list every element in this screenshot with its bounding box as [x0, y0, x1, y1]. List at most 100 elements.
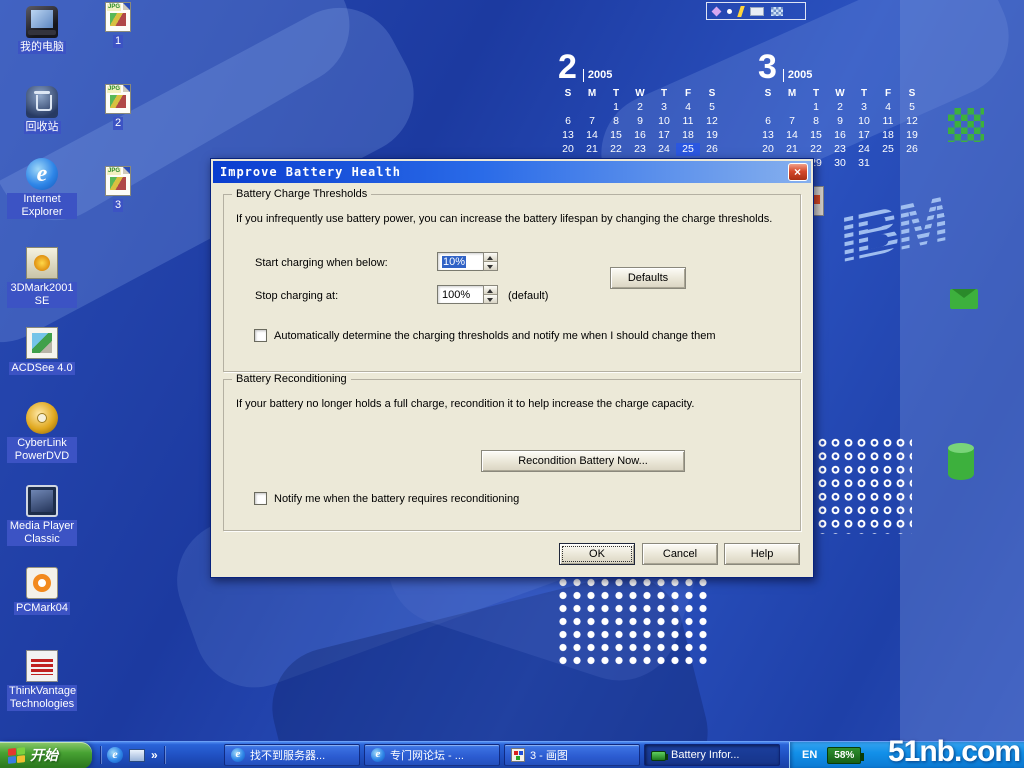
desktop-icon-recycle[interactable]: 回收站 — [6, 86, 78, 134]
mycomputer-icon — [26, 6, 58, 38]
calendar-weekday: S — [900, 87, 924, 100]
divider — [100, 746, 101, 764]
calendar-weekday: F — [876, 87, 900, 100]
default-note: (default) — [508, 290, 548, 302]
wallpaper-green-grid-icon — [948, 108, 984, 142]
desktop-icon-label: 3 — [113, 199, 123, 212]
desktop-icon-label: ThinkVantage Technologies — [7, 685, 77, 711]
mpc-icon — [26, 485, 58, 517]
calendar-day: 17 — [652, 129, 676, 142]
start-charging-input[interactable]: 10% — [437, 252, 483, 271]
desktop-icon-powerdvd[interactable]: CyberLink PowerDVD — [6, 402, 78, 463]
calendar-day: 11 — [876, 115, 900, 128]
ie-icon — [231, 748, 245, 762]
spin-down-icon[interactable] — [484, 295, 497, 303]
calendar-weekday: T — [852, 87, 876, 100]
stop-charging-value: 100% — [442, 289, 470, 301]
desktop-icon-jpg-2[interactable]: JPG2 — [90, 84, 146, 130]
calendar-day — [780, 101, 804, 114]
calendar-day — [580, 101, 604, 114]
desktop-icon-pcmark[interactable]: PCMark04 — [6, 567, 78, 615]
wallpaper-dot-grid — [556, 576, 712, 668]
desktop-icon-label: 回收站 — [24, 121, 61, 134]
notify-reconditioning-checkbox[interactable] — [254, 492, 267, 505]
calendar-day: 19 — [700, 129, 724, 142]
desktop-icon-mycomputer[interactable]: 我的电脑 — [6, 6, 78, 54]
help-button[interactable]: Help — [724, 543, 800, 565]
calendar-month-number: 2 — [558, 52, 577, 82]
desktop-icon-acdsee[interactable]: ACDSee 4.0 — [6, 327, 78, 375]
task-label: 3 - 画图 — [530, 747, 568, 763]
auto-determine-checkbox[interactable] — [254, 329, 267, 342]
threedmark-icon — [26, 247, 58, 279]
quick-launch: » — [92, 746, 220, 764]
task-label: 找不到服务器... — [250, 747, 325, 763]
spin-down-icon[interactable] — [484, 262, 497, 270]
desktop-icon-label: Internet Explorer — [7, 193, 77, 219]
desktop-icon-ie[interactable]: Internet Explorer — [6, 158, 78, 219]
ibm-logo: IBM — [831, 182, 952, 277]
calendar-day: 31 — [852, 157, 876, 170]
spin-buttons — [483, 285, 498, 304]
calendar-day: 24 — [852, 143, 876, 156]
show-desktop-icon[interactable] — [129, 749, 145, 762]
calendar-day: 6 — [556, 115, 580, 128]
calendar-weekday: S — [556, 87, 580, 100]
spin-up-icon[interactable] — [484, 286, 497, 295]
desktop-icon-tvt[interactable]: ThinkVantage Technologies — [6, 650, 78, 711]
lightning-icon — [737, 6, 745, 17]
calendar-weekday: S — [756, 87, 780, 100]
divider — [164, 746, 165, 764]
calendar-day: 1 — [804, 101, 828, 114]
chevron-expand-icon[interactable]: » — [151, 748, 158, 762]
desktop-icon-threedmark[interactable]: 3DMark2001 SE — [6, 247, 78, 308]
start-charging-label: Start charging when below: — [255, 257, 388, 269]
calendar-day: 17 — [852, 129, 876, 142]
ie-icon — [371, 748, 385, 762]
ie-quicklaunch-icon[interactable] — [107, 747, 123, 763]
spin-up-icon[interactable] — [484, 253, 497, 262]
calendar-day: 9 — [628, 115, 652, 128]
desktop-icon-label: ACDSee 4.0 — [9, 362, 74, 375]
calendar-day: 11 — [676, 115, 700, 128]
reconditioning-description: If your battery no longer holds a full c… — [236, 398, 788, 410]
calendar-day: 1 — [604, 101, 628, 114]
taskbar: 开始 » 找不到服务器... 专门网论坛 - ... 3 - 画图 Battery I… — [0, 741, 1024, 768]
start-button[interactable]: 开始 — [0, 742, 92, 768]
battery-tray-icon[interactable]: 58% — [827, 747, 861, 764]
calendar-year: 2005 — [583, 69, 612, 82]
stop-charging-spinner: 100% — [437, 285, 498, 304]
stop-charging-label: Stop charging at: — [255, 290, 338, 302]
desktop-icon-jpg-1[interactable]: JPG1 — [90, 2, 146, 48]
close-icon[interactable]: × — [788, 163, 808, 181]
taskbar-task[interactable]: 找不到服务器... — [224, 744, 360, 766]
taskbar-task[interactable]: 3 - 画图 — [504, 744, 640, 766]
jpg-badge: JPG — [107, 4, 121, 11]
powerdvd-icon — [26, 402, 58, 434]
wallpaper-cylinder-icon — [948, 444, 974, 480]
calendar-day: 8 — [604, 115, 628, 128]
desktop-icon-mpc[interactable]: Media Player Classic — [6, 485, 78, 546]
jpg-badge: JPG — [107, 168, 121, 175]
battery-icon — [651, 751, 666, 761]
calendar-day: 7 — [780, 115, 804, 128]
recondition-battery-now-button[interactable]: Recondition Battery Now... — [481, 450, 685, 472]
calendar-weekday: T — [804, 87, 828, 100]
acdsee-icon — [26, 327, 58, 359]
dot-icon — [727, 9, 732, 14]
taskbar-task[interactable]: Battery Infor... — [644, 744, 780, 766]
calendar-day — [900, 157, 924, 170]
defaults-button[interactable]: Defaults — [610, 267, 686, 289]
cancel-button[interactable]: Cancel — [642, 543, 718, 565]
calendar-day: 14 — [780, 129, 804, 142]
pcmark-icon — [26, 567, 58, 599]
calendar-day: 16 — [628, 129, 652, 142]
start-charging-value: 10% — [442, 256, 466, 268]
desktop-icon-jpg-3[interactable]: JPG 3 — [90, 166, 146, 212]
language-indicator[interactable]: EN — [802, 749, 817, 761]
ok-button[interactable]: OK — [559, 543, 635, 565]
calendar-day: 8 — [804, 115, 828, 128]
taskbar-task[interactable]: 专门网论坛 - ... — [364, 744, 500, 766]
stop-charging-input[interactable]: 100% — [437, 285, 483, 304]
dialog-titlebar[interactable]: Improve Battery Health × — [213, 161, 811, 183]
